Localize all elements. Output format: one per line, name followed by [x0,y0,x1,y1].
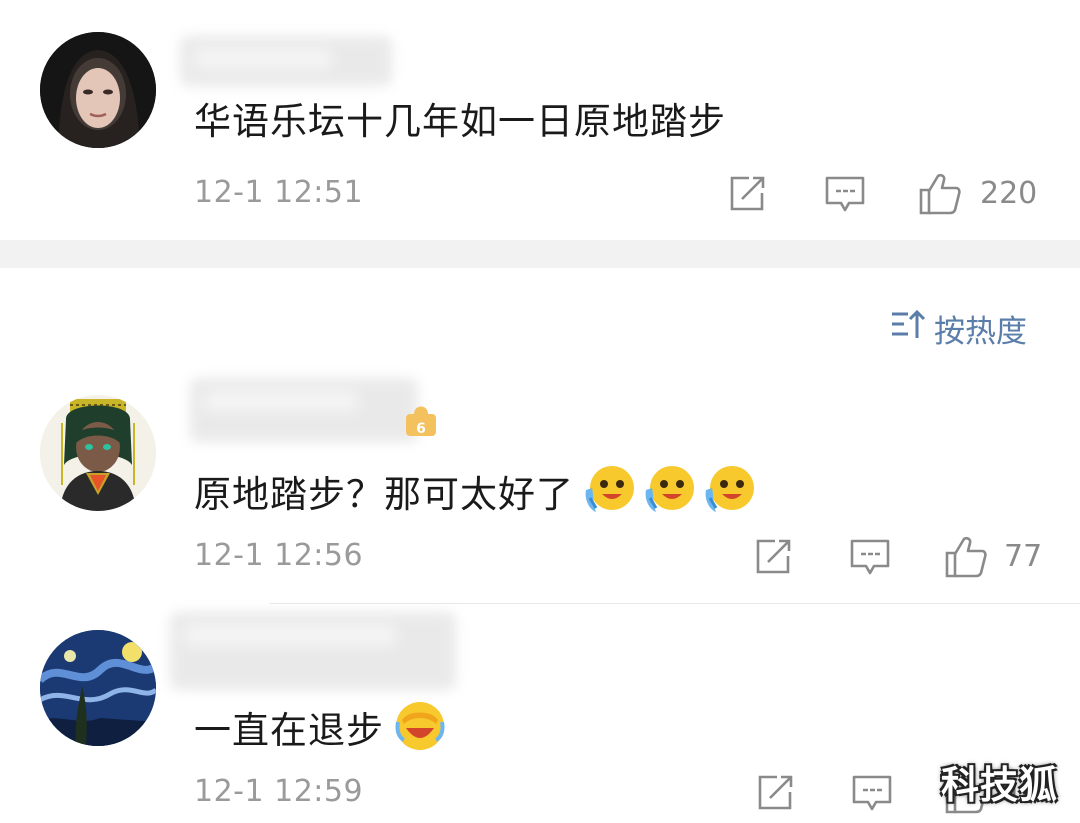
comment-text-content: 一直在退步 [194,709,384,752]
comment-text: 原地踏步？那可太好了 [194,462,758,528]
sort-toggle[interactable]: 按热度 [890,308,1027,350]
comment-text: 华语乐坛十几年如一日原地踏步 [194,100,726,143]
avatar[interactable] [40,32,156,148]
like-count: 77 [1004,539,1043,574]
emoji-laugh-tears-icon [702,462,758,528]
section-divider [0,240,1080,268]
emoji-laugh-tears-icon [582,462,638,528]
like-icon[interactable] [944,535,988,579]
comment-time: 12-1 12:59 [194,774,364,809]
comment-icon[interactable] [851,774,893,814]
avatar[interactable] [40,630,156,746]
avatar[interactable] [40,395,156,511]
sort-label: 按热度 [934,313,1027,350]
like-count: 220 [980,176,1038,211]
svg-text:6: 6 [416,421,426,437]
repost-icon[interactable] [755,774,795,812]
comment-icon[interactable] [849,538,891,578]
comment-time: 12-1 12:56 [194,538,364,573]
emoji-laugh-tears-icon [642,462,698,528]
sort-icon [890,308,926,348]
comment-icon[interactable] [824,175,866,215]
watermark-logo: 科技狐 [940,763,1058,807]
emoji-facepalm-laugh-icon [392,698,448,764]
username-blurred[interactable] [170,612,456,690]
repost-icon[interactable] [753,538,793,576]
username-blurred[interactable] [180,36,392,86]
comment-time: 12-1 12:51 [194,175,364,210]
user-badge-icon: 6 [404,400,438,438]
username-blurred[interactable] [190,378,418,442]
repost-icon[interactable] [727,175,767,213]
comment-separator [270,603,1080,604]
like-icon[interactable] [918,172,962,216]
comment-text-content: 原地踏步？那可太好了 [194,473,574,516]
comment-text: 一直在退步 [194,698,448,764]
